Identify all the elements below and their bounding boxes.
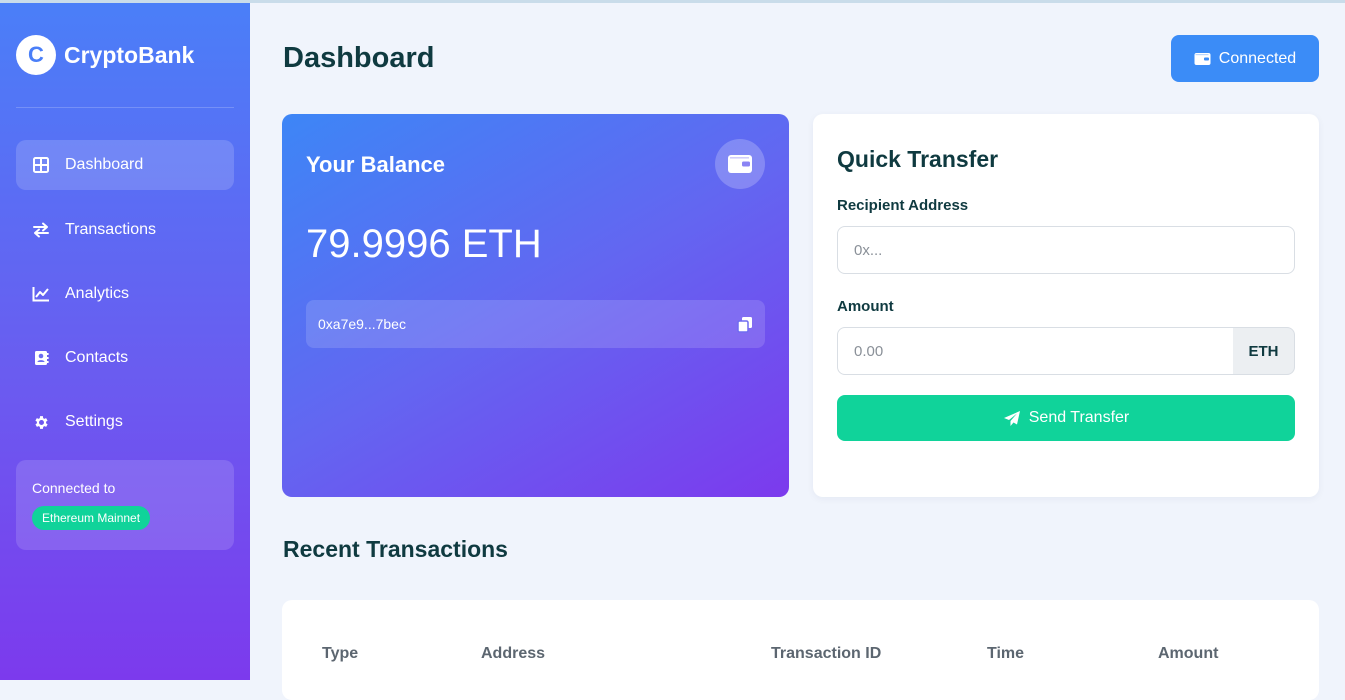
sidebar-item-dashboard[interactable]: Dashboard <box>16 140 234 190</box>
wallet-icon <box>1194 52 1211 66</box>
wallet-connect-label: Connected <box>1218 49 1297 67</box>
currency-addon: ETH <box>1233 327 1295 375</box>
sidebar-item-label: Transactions <box>65 221 156 238</box>
gear-icon <box>32 413 50 431</box>
sidebar-item-label: Settings <box>65 413 123 430</box>
sidebar-item-contacts[interactable]: Contacts <box>16 333 234 383</box>
brand[interactable]: C CryptoBank <box>16 35 194 75</box>
sidebar: C CryptoBank Dashboard Transactions Anal… <box>0 0 250 680</box>
copy-icon[interactable] <box>737 316 753 333</box>
paper-plane-icon <box>1003 410 1021 427</box>
brand-name: CryptoBank <box>64 41 195 68</box>
recent-transactions-title: Recent Transactions <box>283 536 508 562</box>
column-header-address[interactable]: Address <box>481 645 545 663</box>
column-header-transaction-id[interactable]: Transaction ID <box>771 645 881 663</box>
amount-input[interactable] <box>837 327 1234 375</box>
transactions-table: Type Address Transaction ID Time Amount <box>282 600 1319 700</box>
sidebar-item-label: Contacts <box>65 349 129 366</box>
network-status: Connected to Ethereum Mainnet <box>16 460 234 550</box>
swap-arrows-icon <box>32 221 50 239</box>
wallet-connect-button[interactable]: Connected <box>1171 35 1319 82</box>
brand-logo: C <box>16 35 56 75</box>
sidebar-item-label: Analytics <box>65 285 130 302</box>
sidebar-item-label: Dashboard <box>65 156 144 173</box>
column-header-time[interactable]: Time <box>987 645 1024 663</box>
sidebar-item-analytics[interactable]: Analytics <box>16 269 234 319</box>
column-header-amount[interactable]: Amount <box>1158 645 1218 663</box>
sidebar-item-transactions[interactable]: Transactions <box>16 205 234 255</box>
send-transfer-label: Send Transfer <box>1028 409 1130 426</box>
recipient-address-input[interactable] <box>837 226 1295 274</box>
sidebar-item-settings[interactable]: Settings <box>16 397 234 447</box>
address-book-icon <box>32 349 50 367</box>
recipient-address-label: Recipient Address <box>837 197 969 214</box>
balance-amount: 79.9996 ETH <box>306 222 542 266</box>
sidebar-divider <box>16 107 234 108</box>
column-header-type[interactable]: Type <box>322 645 358 663</box>
grid-icon <box>32 156 50 174</box>
network-badge: Ethereum Mainnet <box>32 506 151 530</box>
window-top-border <box>0 0 1345 3</box>
network-label: Connected to <box>32 480 116 496</box>
balance-title: Your Balance <box>306 152 445 177</box>
wallet-address: 0xa7e9...7bec <box>306 300 765 348</box>
line-chart-icon <box>32 285 50 303</box>
quick-transfer-title: Quick Transfer <box>837 146 999 172</box>
wallet-icon <box>715 139 765 189</box>
quick-transfer-card: Quick Transfer Recipient Address Amount … <box>813 114 1319 497</box>
wallet-address-text: 0xa7e9...7bec <box>318 316 406 332</box>
amount-label: Amount <box>837 298 894 315</box>
balance-card: Your Balance 79.9996 ETH 0xa7e9...7bec <box>282 114 789 497</box>
send-transfer-button[interactable]: Send Transfer <box>837 395 1295 441</box>
page-title: Dashboard <box>283 42 435 74</box>
